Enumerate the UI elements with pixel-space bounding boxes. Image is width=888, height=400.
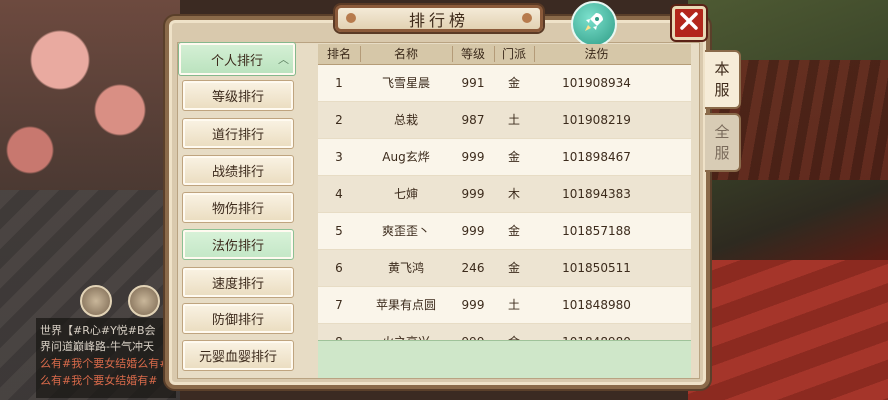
table-row[interactable]: 2 总栽 987 土 101908219 — [318, 102, 691, 138]
cell-rank: 3 — [335, 150, 343, 164]
cell-name: 黄飞鸿 — [387, 261, 424, 275]
ranking-table: 排名 名称 等级 门派 法伤 1 飞雪星晨 991 金 101908934 2 总栽 987 土… — [318, 44, 691, 378]
cell-level: 999 — [461, 224, 485, 238]
table-row[interactable]: 1 飞雪星晨 991 金 101908934 — [318, 65, 691, 101]
cell-name: 爽歪歪丶 — [381, 224, 430, 238]
chevron-up-icon: ︿ — [278, 53, 289, 66]
cell-name: 火之高兴 — [360, 324, 452, 341]
cell-school: 金 — [494, 324, 534, 341]
chat-line: 世界【#R心#Y悦#B会 — [40, 324, 156, 337]
col-rank-header: 排名 — [326, 47, 351, 61]
category-button[interactable]: 等级排行 — [182, 80, 294, 111]
chat-line: 么有#我个要女结婚么有# — [40, 357, 169, 370]
cell-rank: 1 — [335, 76, 343, 90]
page-title: 排行榜 — [408, 10, 469, 30]
category-button[interactable]: 法伤排行 — [182, 229, 294, 260]
title-ornament-left — [346, 13, 356, 23]
cell-rank: 8 — [318, 324, 360, 341]
category-button[interactable]: 元婴血婴排行 — [182, 340, 294, 371]
cell-level: 999 — [452, 324, 494, 341]
tab-label-top: 本 — [714, 60, 730, 78]
cell-name: 七婶 — [393, 187, 418, 201]
table-row[interactable]: 6 黄飞鸿 246 金 101850511 — [318, 250, 691, 286]
voice-button[interactable] — [80, 285, 112, 317]
table-header: 排名 名称 等级 门派 法伤 — [318, 44, 691, 65]
category-button[interactable]: 个人排行 ︿ — [178, 42, 296, 76]
category-label: 战绩排行 — [211, 165, 264, 180]
cell-rank: 7 — [335, 298, 343, 312]
cell-school: 金 — [507, 76, 520, 90]
category-label: 元婴血婴排行 — [198, 350, 277, 365]
my-rank-bar — [318, 340, 691, 378]
table-row[interactable]: 3 Aug玄烨 999 金 101898467 — [318, 139, 691, 175]
cell-level: 999 — [461, 298, 485, 312]
cell-name: 飞雪星晨 — [381, 76, 430, 90]
cell-rank: 2 — [335, 113, 343, 127]
cell-level: 987 — [461, 113, 485, 127]
category-label: 物伤排行 — [211, 202, 264, 217]
rocket-button[interactable] — [571, 1, 617, 47]
scene-carpet — [688, 260, 888, 400]
cell-school: 金 — [507, 261, 520, 275]
cell-value: 101908934 — [562, 76, 631, 90]
cell-rank: 6 — [335, 261, 343, 275]
ranking-rows[interactable]: 1 飞雪星晨 991 金 101908934 2 总栽 987 土 101908219 3 Aug玄烨… — [318, 65, 691, 341]
category-label: 防御排行 — [211, 313, 264, 328]
col-level-header: 等级 — [460, 47, 485, 61]
cell-school: 木 — [507, 187, 520, 201]
category-label: 道行排行 — [211, 128, 264, 143]
cell-school: 土 — [507, 298, 520, 312]
col-value-header: 法伤 — [584, 47, 609, 61]
close-button[interactable] — [672, 6, 706, 40]
category-button[interactable]: 道行排行 — [182, 118, 294, 149]
category-label: 个人排行 — [210, 53, 263, 69]
cell-value: 101894383 — [562, 187, 631, 201]
category-button[interactable]: 物伤排行 — [182, 192, 294, 223]
rocket-icon — [582, 10, 606, 38]
category-label: 法伤排行 — [211, 239, 264, 254]
cell-school: 金 — [507, 224, 520, 238]
table-row[interactable]: 5 爽歪歪丶 999 金 101857188 — [318, 213, 691, 249]
col-name-header: 名称 — [393, 47, 418, 61]
tab-all-servers[interactable]: 全服 — [705, 113, 741, 172]
cell-rank: 4 — [335, 187, 343, 201]
cell-value: 101848980 — [534, 324, 659, 341]
panel-title-plate: 排行榜 — [335, 5, 543, 32]
cell-rank: 5 — [335, 224, 343, 238]
tab-label-bottom: 服 — [714, 81, 730, 99]
chat-line: 界问道巅峰路-牛气冲天 — [40, 340, 154, 353]
cell-level: 991 — [461, 76, 485, 90]
table-row[interactable]: 8火之高兴999金101848980 — [318, 324, 691, 341]
category-label: 等级排行 — [211, 90, 264, 105]
tab-label-bottom: 服 — [714, 144, 730, 162]
cell-name: 总栽 — [393, 113, 418, 127]
title-ornament-right — [522, 13, 532, 23]
cell-school: 土 — [507, 113, 520, 127]
cell-level: 246 — [461, 261, 485, 275]
cell-value: 101898467 — [562, 150, 631, 164]
chat-line: 么有#我个要女结婚有# — [40, 374, 158, 387]
cell-value: 101908219 — [562, 113, 631, 127]
category-label: 速度排行 — [211, 277, 264, 292]
category-button[interactable]: 防御排行 — [182, 303, 294, 334]
cell-level: 999 — [461, 187, 485, 201]
cell-name: Aug玄烨 — [382, 150, 430, 164]
tab-this-server[interactable]: 本服 — [705, 50, 741, 109]
category-button[interactable]: 速度排行 — [182, 267, 294, 298]
cell-value: 101848980 — [562, 298, 631, 312]
cell-value: 101857188 — [562, 224, 631, 238]
table-row[interactable]: 4 七婶 999 木 101894383 — [318, 176, 691, 212]
cell-value: 101850511 — [562, 261, 631, 275]
table-row[interactable]: 7 苹果有点圆 999 土 101848980 — [318, 287, 691, 323]
col-school-header: 门派 — [501, 47, 526, 61]
close-icon — [679, 11, 699, 35]
cell-school: 金 — [507, 150, 520, 164]
mic-button[interactable] — [128, 285, 160, 317]
cell-level: 999 — [461, 150, 485, 164]
tab-label-top: 全 — [714, 123, 730, 141]
category-button[interactable]: 战绩排行 — [182, 155, 294, 186]
cell-name: 苹果有点圆 — [375, 298, 436, 312]
